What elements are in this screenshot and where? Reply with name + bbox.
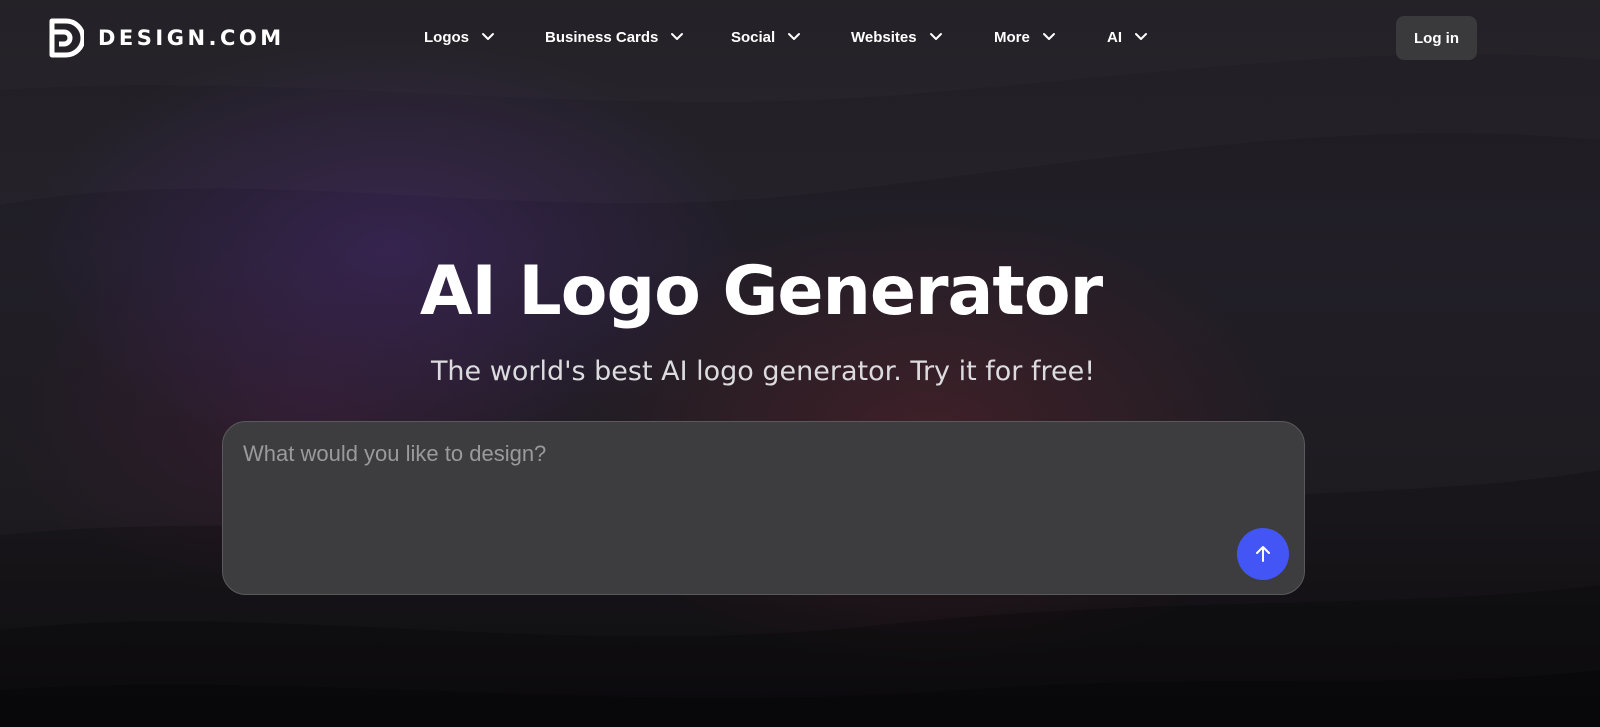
nav-item-label: AI [1107, 28, 1122, 46]
nav-item-social[interactable]: Social [731, 22, 801, 52]
nav-item-ai[interactable]: AI [1107, 22, 1148, 52]
chevron-down-icon [1135, 33, 1147, 40]
design-logo-icon [49, 18, 84, 58]
chevron-down-icon [1042, 33, 1055, 40]
prompt-box [222, 421, 1305, 595]
nav-item-logos[interactable]: Logos [424, 22, 495, 52]
nav-item-more[interactable]: More [994, 22, 1056, 52]
chevron-down-icon [929, 33, 942, 40]
brand-logo-link[interactable]: DESIGN.COM [48, 16, 285, 60]
page-title: AI Logo Generator [419, 252, 1103, 331]
site-header: DESIGN.COM Logos Business Cards Social W… [0, 0, 1600, 76]
chevron-down-icon [788, 33, 801, 40]
page: DESIGN.COM Logos Business Cards Social W… [0, 0, 1600, 727]
page-subtitle: The world's best AI logo generator. Try … [430, 356, 1096, 387]
submit-prompt-button[interactable] [1237, 528, 1289, 580]
nav-item-label: More [994, 28, 1030, 46]
login-button[interactable]: Log in [1396, 16, 1477, 60]
nav-item-business-cards[interactable]: Business Cards [545, 22, 684, 52]
chevron-down-icon [671, 33, 684, 40]
arrow-up-icon [1256, 546, 1270, 562]
nav-item-websites[interactable]: Websites [851, 22, 943, 52]
nav-item-label: Social [731, 28, 776, 46]
nav-item-label: Business Cards [545, 28, 659, 46]
design-prompt-input[interactable] [241, 438, 1205, 562]
brand-name: DESIGN.COM [98, 26, 285, 50]
nav-item-label: Websites [851, 28, 917, 46]
nav-item-label: Logos [424, 28, 469, 46]
chevron-down-icon [482, 33, 494, 40]
